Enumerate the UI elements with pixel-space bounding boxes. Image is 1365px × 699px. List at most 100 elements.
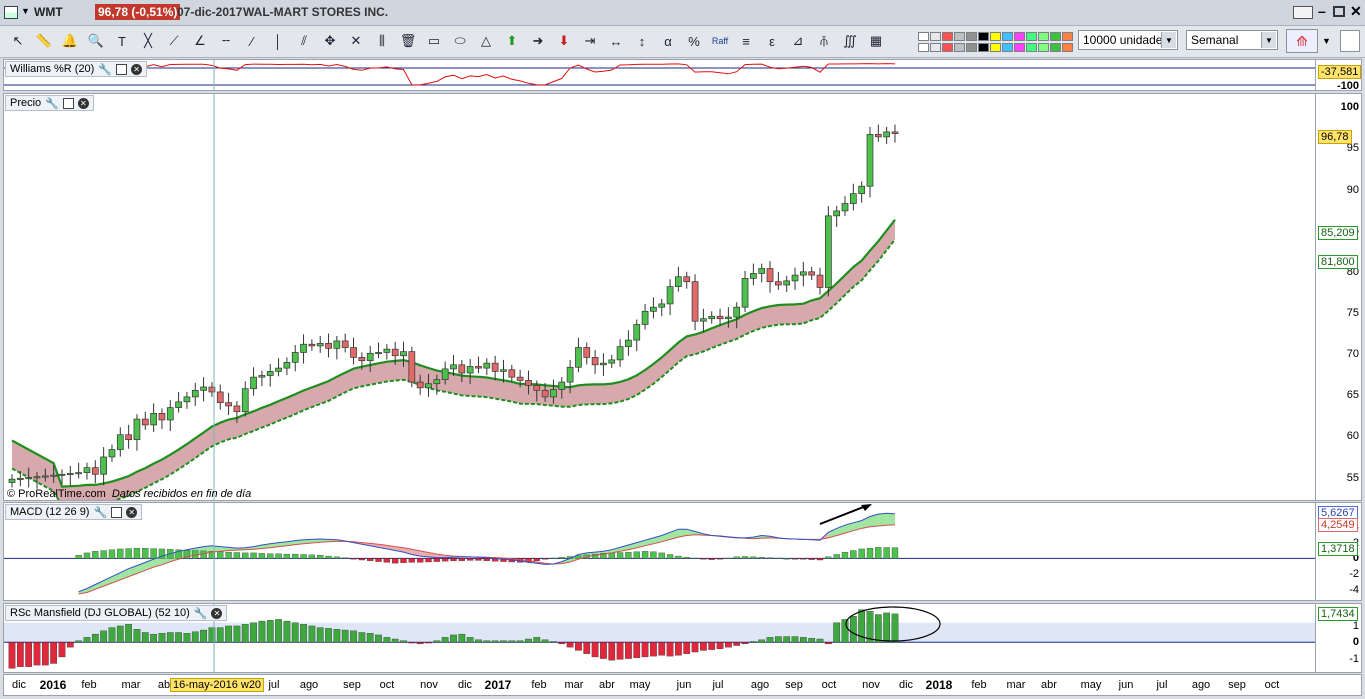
chevron-down-icon[interactable]: ▼: [1261, 32, 1276, 48]
hline-icon[interactable]: ╌: [215, 29, 237, 53]
grid-icon[interactable]: ▦: [865, 29, 887, 53]
mansfield-bar: [433, 640, 441, 643]
color-swatch[interactable]: [942, 43, 953, 52]
candle: [433, 379, 441, 385]
line-icon[interactable]: ⁄: [241, 29, 263, 53]
color-swatch[interactable]: [1062, 43, 1073, 52]
color-swatch[interactable]: [1038, 43, 1049, 52]
price-tick: 95: [1346, 142, 1359, 155]
mansfield-bar: [275, 619, 282, 643]
candle: [799, 271, 807, 276]
pointer-icon[interactable]: ↖: [7, 29, 29, 53]
color-swatch[interactable]: [954, 43, 965, 52]
pitchfork-icon[interactable]: ⫚: [813, 29, 835, 53]
alpha-icon[interactable]: α: [657, 29, 679, 53]
color-swatch[interactable]: [942, 32, 953, 41]
fibo-icon[interactable]: ≡: [735, 29, 757, 53]
macd-histogram-bar: [108, 549, 116, 559]
color-swatch[interactable]: [1026, 43, 1037, 52]
extend-icon[interactable]: ⇥: [579, 29, 601, 53]
color-swatch[interactable]: [954, 32, 965, 41]
window-icon[interactable]: [111, 506, 123, 518]
alarm-icon[interactable]: 🔔: [59, 29, 81, 53]
mansfield-bar: [141, 632, 149, 643]
close-icon[interactable]: ✕: [211, 607, 223, 619]
chart-type-icon[interactable]: [4, 6, 18, 19]
percent-icon[interactable]: %: [683, 29, 705, 53]
color-swatch[interactable]: [930, 32, 941, 41]
color-swatch[interactable]: [990, 32, 1001, 41]
fan-icon[interactable]: ╳: [137, 29, 159, 53]
color-swatch[interactable]: [966, 43, 977, 52]
vline-icon[interactable]: │: [267, 29, 289, 53]
window-icon[interactable]: [62, 97, 74, 109]
upper-band-badge: 85,209: [1318, 226, 1358, 240]
mansfield-bar: [583, 642, 591, 654]
period-select[interactable]: Semanal ▼: [1186, 30, 1278, 50]
ellipse-icon[interactable]: ⬭: [449, 29, 471, 53]
chevron-down-icon[interactable]: ▼: [21, 6, 30, 16]
symbol-label[interactable]: WMT: [34, 5, 63, 19]
detach-icon[interactable]: [1293, 6, 1313, 19]
range-icon[interactable]: ↔: [605, 29, 627, 53]
color-swatch[interactable]: [1002, 43, 1013, 52]
color-swatch[interactable]: [1050, 43, 1061, 52]
elliott-icon[interactable]: ε: [761, 29, 783, 53]
ray-icon[interactable]: ∠: [189, 29, 211, 53]
window-icon[interactable]: [116, 63, 128, 75]
rectangle-icon[interactable]: ▭: [423, 29, 445, 53]
time-axis[interactable]: dic 2016 feb mar ab jul ago sep oct nov dic 2017 feb…: [3, 674, 1362, 696]
close-icon[interactable]: ✕: [126, 506, 138, 518]
wrench-icon[interactable]: 🔧: [98, 63, 112, 76]
color-swatch[interactable]: [1014, 43, 1025, 52]
color-swatch[interactable]: [918, 32, 929, 41]
gann-icon[interactable]: ⊿: [787, 29, 809, 53]
color-swatch[interactable]: [930, 43, 941, 52]
minimize-icon[interactable]: –: [1318, 3, 1326, 19]
raff-icon[interactable]: Raff: [709, 29, 731, 53]
parallel-icon[interactable]: ⫼: [371, 29, 393, 53]
triangle-icon[interactable]: △: [475, 29, 497, 53]
expand-icon[interactable]: [1340, 30, 1360, 52]
arrow-down-icon[interactable]: ⬇: [553, 29, 575, 53]
maximize-icon[interactable]: [1333, 6, 1345, 17]
color-swatch[interactable]: [978, 32, 989, 41]
units-select[interactable]: 10000 unidades ▼: [1078, 30, 1178, 50]
color-swatch[interactable]: [990, 43, 1001, 52]
color-swatch[interactable]: [1038, 32, 1049, 41]
cross-icon[interactable]: ✕: [345, 29, 367, 53]
close-icon[interactable]: ✕: [131, 63, 143, 75]
color-swatch[interactable]: [918, 43, 929, 52]
time-axis-label: sep: [1228, 679, 1246, 691]
color-swatch[interactable]: [1002, 32, 1013, 41]
text-icon[interactable]: T: [111, 29, 133, 53]
zoom-icon[interactable]: 🔍: [85, 29, 107, 53]
color-swatch[interactable]: [1050, 32, 1061, 41]
arrow-right-icon[interactable]: ➜: [527, 29, 549, 53]
color-swatch[interactable]: [1014, 32, 1025, 41]
color-swatch[interactable]: [978, 43, 989, 52]
arrow-up-icon[interactable]: ⬆: [501, 29, 523, 53]
color-swatch[interactable]: [966, 32, 977, 41]
ruler-icon[interactable]: 📏: [33, 29, 55, 53]
macd-histogram-bar: [808, 558, 815, 560]
wrench-icon[interactable]: 🔧: [93, 506, 107, 519]
trendline-icon[interactable]: ⟋: [163, 29, 185, 53]
wrench-icon[interactable]: 🔧: [194, 607, 208, 620]
channel-icon[interactable]: ⫽: [293, 29, 315, 53]
color-swatch[interactable]: [1026, 32, 1037, 41]
move-icon[interactable]: ✥: [319, 29, 341, 53]
chevron-down-icon[interactable]: ▼: [1161, 32, 1176, 48]
cycles-icon[interactable]: ∭: [839, 29, 861, 53]
color-swatch[interactable]: [1062, 32, 1073, 41]
macd-histogram-bar: [442, 558, 449, 562]
chevron-down-icon[interactable]: ▼: [1322, 36, 1331, 46]
indicators-icon[interactable]: ⟰: [1286, 29, 1318, 53]
macd-histogram-bar: [225, 551, 232, 559]
close-icon[interactable]: ✕: [1350, 3, 1362, 20]
close-icon[interactable]: ✕: [77, 97, 89, 109]
vrange-icon[interactable]: ↕: [631, 29, 653, 53]
trash-icon[interactable]: 🗑: [397, 29, 419, 53]
wrench-icon[interactable]: 🔧: [45, 97, 59, 110]
candle: [533, 385, 541, 391]
